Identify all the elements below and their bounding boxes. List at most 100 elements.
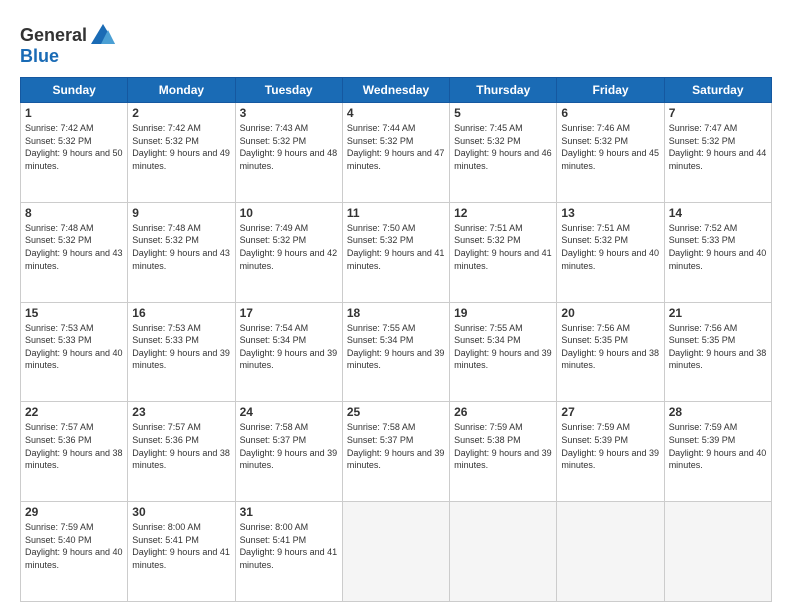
cell-info: Sunrise: 7:51 AMSunset: 5:32 PMDaylight:… [454, 222, 552, 272]
cell-info: Sunrise: 7:53 AMSunset: 5:33 PMDaylight:… [132, 322, 230, 372]
calendar-cell: 31 Sunrise: 8:00 AMSunset: 5:41 PMDayligh… [235, 502, 342, 602]
calendar-cell: 17 Sunrise: 7:54 AMSunset: 5:34 PMDayligh… [235, 302, 342, 402]
cell-info: Sunrise: 7:48 AMSunset: 5:32 PMDaylight:… [25, 222, 123, 272]
calendar-cell: 26 Sunrise: 7:59 AMSunset: 5:38 PMDayligh… [450, 402, 557, 502]
calendar-cell: 28Sunrise: 7:59 AMSunset: 5:39 PMDayligh… [664, 402, 771, 502]
calendar-cell: 14 Sunrise: 7:52 AMSunset: 5:33 PMDayligh… [664, 202, 771, 302]
calendar-cell: 24 Sunrise: 7:58 AMSunset: 5:37 PMDayligh… [235, 402, 342, 502]
calendar-cell: 29 Sunrise: 7:59 AMSunset: 5:40 PMDayligh… [21, 502, 128, 602]
cell-info: Sunrise: 7:59 AMSunset: 5:40 PMDaylight:… [25, 521, 123, 571]
day-number: 12 [454, 206, 552, 220]
day-number: 4 [347, 106, 445, 120]
day-number: 18 [347, 306, 445, 320]
day-number: 5 [454, 106, 552, 120]
page: General Blue SundayMondayTuesdayWednesda… [0, 0, 792, 612]
calendar-cell: 11 Sunrise: 7:50 AMSunset: 5:32 PMDayligh… [342, 202, 449, 302]
day-number: 3 [240, 106, 338, 120]
calendar-week-1: 8 Sunrise: 7:48 AMSunset: 5:32 PMDaylight… [21, 202, 772, 302]
calendar-cell: 19 Sunrise: 7:55 AMSunset: 5:34 PMDayligh… [450, 302, 557, 402]
calendar-cell [557, 502, 664, 602]
cell-info: Sunrise: 7:49 AMSunset: 5:32 PMDaylight:… [240, 222, 338, 272]
calendar-cell: 12 Sunrise: 7:51 AMSunset: 5:32 PMDayligh… [450, 202, 557, 302]
cell-info: Sunrise: 7:45 AMSunset: 5:32 PMDaylight:… [454, 122, 552, 172]
day-number: 22 [25, 405, 123, 419]
logo-general: General [20, 26, 87, 46]
day-number: 16 [132, 306, 230, 320]
calendar-cell: 7Sunrise: 7:47 AMSunset: 5:32 PMDaylight… [664, 103, 771, 203]
cell-info: Sunrise: 7:47 AMSunset: 5:32 PMDaylight:… [669, 122, 767, 172]
cell-info: Sunrise: 7:57 AMSunset: 5:36 PMDaylight:… [25, 421, 123, 471]
calendar-cell: 2Sunrise: 7:42 AMSunset: 5:32 PMDaylight… [128, 103, 235, 203]
calendar-cell: 25Sunrise: 7:58 AMSunset: 5:37 PMDayligh… [342, 402, 449, 502]
cell-info: Sunrise: 7:59 AMSunset: 5:38 PMDaylight:… [454, 421, 552, 471]
cell-info: Sunrise: 7:58 AMSunset: 5:37 PMDaylight:… [347, 421, 445, 471]
calendar-cell: 18 Sunrise: 7:55 AMSunset: 5:34 PMDayligh… [342, 302, 449, 402]
calendar-cell: 9Sunrise: 7:48 AMSunset: 5:32 PMDaylight… [128, 202, 235, 302]
calendar-cell: 22 Sunrise: 7:57 AMSunset: 5:36 PMDayligh… [21, 402, 128, 502]
calendar-cell: 21 Sunrise: 7:56 AMSunset: 5:35 PMDayligh… [664, 302, 771, 402]
calendar-cell: 5 Sunrise: 7:45 AMSunset: 5:32 PMDaylight… [450, 103, 557, 203]
day-number: 20 [561, 306, 659, 320]
day-number: 21 [669, 306, 767, 320]
logo-icon [89, 22, 117, 50]
day-number: 29 [25, 505, 123, 519]
logo: General Blue [20, 22, 117, 67]
calendar-cell: 6 Sunrise: 7:46 AMSunset: 5:32 PMDaylight… [557, 103, 664, 203]
calendar-cell: 30Sunrise: 8:00 AMSunset: 5:41 PMDayligh… [128, 502, 235, 602]
cell-info: Sunrise: 7:55 AMSunset: 5:34 PMDaylight:… [454, 322, 552, 372]
col-header-saturday: Saturday [664, 78, 771, 103]
cell-info: Sunrise: 8:00 AMSunset: 5:41 PMDaylight:… [240, 521, 338, 571]
calendar-cell: 1 Sunrise: 7:42 AMSunset: 5:32 PMDaylight… [21, 103, 128, 203]
day-number: 17 [240, 306, 338, 320]
day-number: 2 [132, 106, 230, 120]
cell-info: Sunrise: 7:59 AMSunset: 5:39 PMDaylight:… [561, 421, 659, 471]
cell-info: Sunrise: 7:56 AMSunset: 5:35 PMDaylight:… [561, 322, 659, 372]
col-header-thursday: Thursday [450, 78, 557, 103]
day-number: 23 [132, 405, 230, 419]
day-number: 15 [25, 306, 123, 320]
calendar-week-4: 29 Sunrise: 7:59 AMSunset: 5:40 PMDayligh… [21, 502, 772, 602]
calendar-cell: 8 Sunrise: 7:48 AMSunset: 5:32 PMDaylight… [21, 202, 128, 302]
cell-info: Sunrise: 7:55 AMSunset: 5:34 PMDaylight:… [347, 322, 445, 372]
calendar-week-3: 22 Sunrise: 7:57 AMSunset: 5:36 PMDayligh… [21, 402, 772, 502]
cell-info: Sunrise: 7:54 AMSunset: 5:34 PMDaylight:… [240, 322, 338, 372]
day-number: 14 [669, 206, 767, 220]
calendar-cell [664, 502, 771, 602]
day-number: 28 [669, 405, 767, 419]
day-number: 19 [454, 306, 552, 320]
day-number: 8 [25, 206, 123, 220]
cell-info: Sunrise: 7:52 AMSunset: 5:33 PMDaylight:… [669, 222, 767, 272]
day-number: 13 [561, 206, 659, 220]
cell-info: Sunrise: 7:44 AMSunset: 5:32 PMDaylight:… [347, 122, 445, 172]
day-number: 24 [240, 405, 338, 419]
calendar-cell: 10 Sunrise: 7:49 AMSunset: 5:32 PMDayligh… [235, 202, 342, 302]
calendar-cell [450, 502, 557, 602]
day-number: 31 [240, 505, 338, 519]
calendar-cell: 27Sunrise: 7:59 AMSunset: 5:39 PMDayligh… [557, 402, 664, 502]
day-number: 1 [25, 106, 123, 120]
cell-info: Sunrise: 7:48 AMSunset: 5:32 PMDaylight:… [132, 222, 230, 272]
cell-info: Sunrise: 8:00 AMSunset: 5:41 PMDaylight:… [132, 521, 230, 571]
calendar-cell: 4 Sunrise: 7:44 AMSunset: 5:32 PMDaylight… [342, 103, 449, 203]
calendar-table: SundayMondayTuesdayWednesdayThursdayFrid… [20, 77, 772, 602]
cell-info: Sunrise: 7:56 AMSunset: 5:35 PMDaylight:… [669, 322, 767, 372]
cell-info: Sunrise: 7:43 AMSunset: 5:32 PMDaylight:… [240, 122, 338, 172]
calendar-cell: 3 Sunrise: 7:43 AMSunset: 5:32 PMDaylight… [235, 103, 342, 203]
cell-info: Sunrise: 7:50 AMSunset: 5:32 PMDaylight:… [347, 222, 445, 272]
calendar-cell: 15Sunrise: 7:53 AMSunset: 5:33 PMDayligh… [21, 302, 128, 402]
col-header-friday: Friday [557, 78, 664, 103]
calendar-cell: 16 Sunrise: 7:53 AMSunset: 5:33 PMDayligh… [128, 302, 235, 402]
calendar-week-2: 15 Sunrise: 7:53 AMSunset: 5:33 PMDayligh… [21, 302, 772, 402]
day-number: 26 [454, 405, 552, 419]
header: General Blue [20, 18, 772, 67]
cell-info: Sunrise: 7:46 AMSunset: 5:32 PMDaylight:… [561, 122, 659, 172]
cell-info: Sunrise: 7:58 AMSunset: 5:37 PMDaylight:… [240, 421, 338, 471]
day-number: 10 [240, 206, 338, 220]
day-number: 11 [347, 206, 445, 220]
cell-info: Sunrise: 7:42 AMSunset: 5:32 PMDaylight:… [25, 122, 123, 172]
calendar-cell: 23Sunrise: 7:57 AMSunset: 5:36 PMDayligh… [128, 402, 235, 502]
col-header-sunday: Sunday [21, 78, 128, 103]
day-number: 6 [561, 106, 659, 120]
calendar-cell [342, 502, 449, 602]
calendar-cell: 13Sunrise: 7:51 AMSunset: 5:32 PMDayligh… [557, 202, 664, 302]
